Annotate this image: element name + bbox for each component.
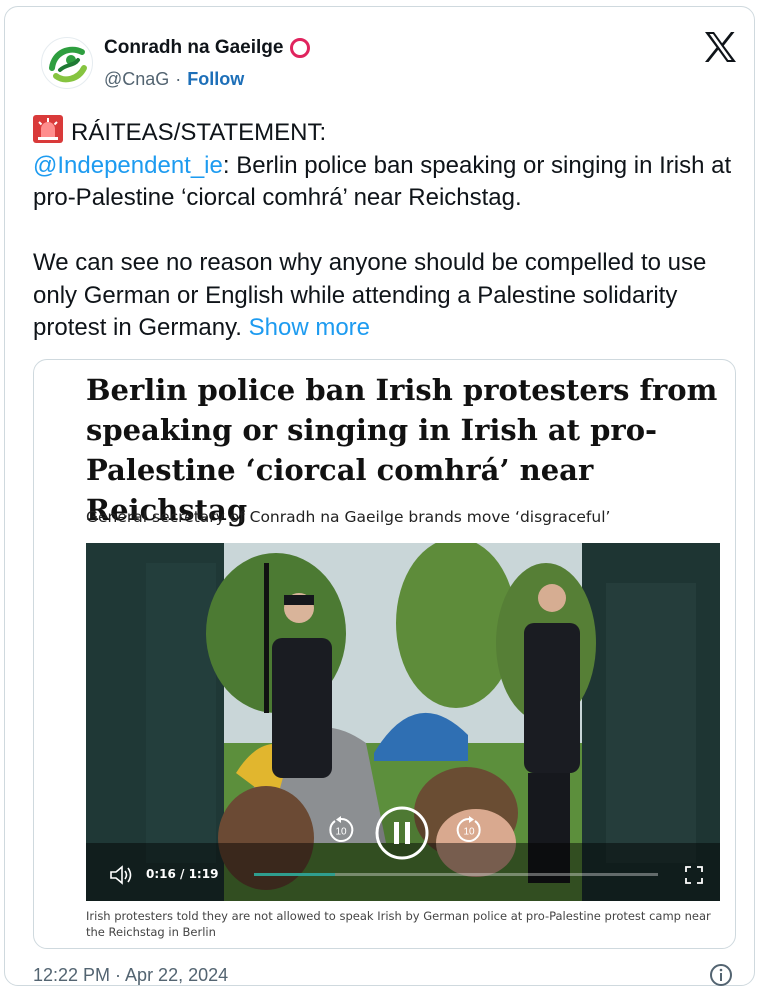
conradh-logo-icon <box>49 46 87 83</box>
forward-10-icon[interactable]: 10 <box>454 815 484 845</box>
author-avatar[interactable] <box>41 37 93 89</box>
video-progress-bar[interactable] <box>254 873 658 876</box>
video-progress-fill <box>254 873 335 876</box>
author-handle[interactable]: @CnaG <box>104 69 169 90</box>
author-name[interactable]: Conradh na Gaeilge <box>104 37 283 59</box>
forward-label: 10 <box>463 827 475 838</box>
author-name-row[interactable]: Conradh na Gaeilge <box>104 37 311 59</box>
follow-link[interactable]: Follow <box>187 69 244 90</box>
separator-dot: · <box>175 69 182 89</box>
video-player[interactable]: 10 10 0:16 / 1:19 <box>86 543 720 901</box>
statement-heading: RÁITEAS/STATEMENT: <box>71 119 327 146</box>
time-readout: 0:16 / 1:19 <box>146 867 219 881</box>
video-caption: Irish protesters told they are not allow… <box>86 909 711 939</box>
article-embed[interactable]: Berlin police ban Irish protesters from … <box>33 359 736 949</box>
mention-link[interactable]: @Independent_ie <box>33 152 223 179</box>
handle-row: @CnaG · Follow <box>104 69 244 90</box>
show-more-link[interactable]: Show more <box>249 314 370 341</box>
red-ring-icon <box>290 38 311 58</box>
police-siren-icon <box>33 115 63 143</box>
replay-10-icon[interactable]: 10 <box>326 815 356 845</box>
x-logo-icon[interactable] <box>703 31 737 63</box>
info-icon[interactable] <box>709 963 733 987</box>
tweet-timestamp[interactable]: 12:22 PM · Apr 22, 2024 <box>33 965 228 986</box>
tweet-text: RÁITEAS/STATEMENT: @Independent_ie: Berl… <box>33 115 743 345</box>
fullscreen-icon[interactable] <box>684 865 704 885</box>
tweet-card: Conradh na Gaeilge @CnaG · Follow RÁITEA… <box>4 6 755 986</box>
article-headline[interactable]: Berlin police ban Irish protesters from … <box>86 370 726 530</box>
volume-icon[interactable] <box>108 863 134 887</box>
article-standfirst: General secretary of Conradh na Gaeilge … <box>86 508 611 526</box>
replay-label: 10 <box>335 827 347 838</box>
pause-icon[interactable] <box>374 805 430 861</box>
